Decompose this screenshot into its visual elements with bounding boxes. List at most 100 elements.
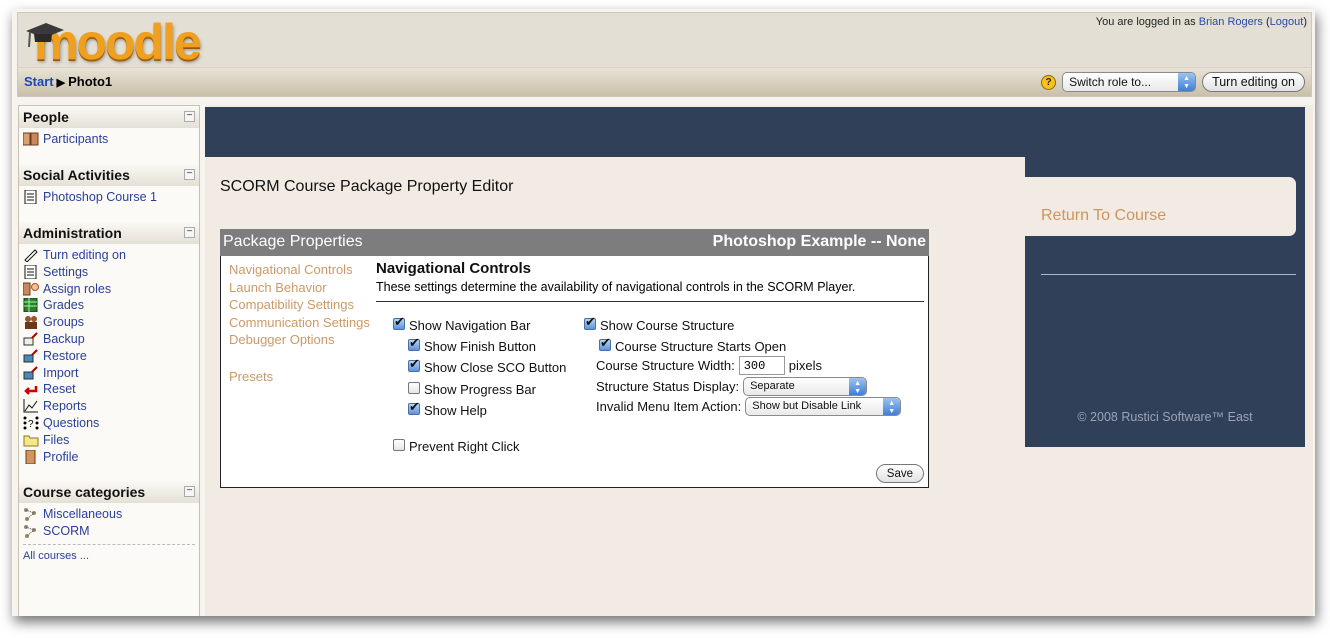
- profile-icon: [23, 449, 39, 465]
- sidebar-item-reports[interactable]: Reports: [23, 398, 195, 415]
- block-header: Administration −: [19, 221, 199, 244]
- nav-navigational-controls[interactable]: Navigational Controls: [229, 261, 370, 279]
- sidebar-item-import[interactable]: Import: [23, 364, 195, 381]
- invalid-menu-item-action-select[interactable]: Show but Disable Link ▲ ▼: [745, 397, 902, 416]
- nav-compatibility-settings[interactable]: Compatibility Settings: [229, 296, 370, 314]
- show-finish-button-option[interactable]: Show Finish Button: [408, 335, 536, 354]
- course-structure-starts-open-checkbox[interactable]: [599, 335, 611, 351]
- show-progress-bar-option[interactable]: Show Progress Bar: [408, 381, 536, 397]
- option-label: Course Structure Starts Open: [615, 339, 787, 354]
- sidebar-link[interactable]: Settings: [43, 265, 88, 279]
- block-title: Course categories: [23, 483, 146, 500]
- return-to-course-link[interactable]: Return To Course: [1041, 207, 1166, 225]
- package-body: Navigational Controls Launch Behavior Co…: [220, 256, 929, 488]
- show-close-sco-button-option[interactable]: Show Close SCO Button: [408, 356, 567, 375]
- sidebar-item-restore[interactable]: Restore: [23, 347, 195, 364]
- sidebar-item-settings[interactable]: Settings: [23, 263, 195, 280]
- save-button[interactable]: Save: [875, 464, 924, 483]
- sidebar-link[interactable]: Files: [43, 433, 69, 447]
- block-title: People: [23, 109, 69, 125]
- nav-launch-behavior[interactable]: Launch Behavior: [229, 279, 370, 297]
- help-icon[interactable]: ?: [1041, 74, 1057, 90]
- browser-window: moodle You are logged in as Brian Rogers…: [12, 9, 1315, 616]
- sidebar-item-miscellaneous[interactable]: Miscellaneous: [23, 506, 195, 523]
- block-header: Social Activities −: [19, 163, 199, 186]
- collapse-icon[interactable]: −: [184, 226, 195, 238]
- sidebar-link[interactable]: Groups: [43, 315, 84, 329]
- prevent-right-click-option[interactable]: Prevent Right Click: [393, 438, 520, 454]
- select-arrows-icon: ▲ ▼: [1178, 73, 1196, 91]
- moodle-logo[interactable]: moodle: [24, 14, 224, 70]
- show-course-structure-option[interactable]: Show Course Structure: [584, 314, 734, 333]
- nav-presets[interactable]: Presets: [229, 368, 370, 386]
- switch-role-select[interactable]: Switch role to... ▲ ▼: [1062, 72, 1197, 92]
- package-properties-panel: Package Properties Photoshop Example -- …: [220, 229, 929, 488]
- settings-pane: Navigational Controls These settings det…: [376, 260, 924, 302]
- logout-link[interactable]: Logout: [1270, 16, 1304, 28]
- return-to-course-tab[interactable]: Return To Course: [1025, 177, 1296, 236]
- show-help-option[interactable]: Show Help: [408, 399, 487, 418]
- grades-icon: [23, 297, 39, 313]
- sidebar-item-reset[interactable]: Reset: [23, 381, 195, 398]
- sidebar-item-scorm[interactable]: SCORM: [23, 523, 195, 540]
- sidebar-item-assign-roles[interactable]: Assign roles: [22, 280, 195, 297]
- option-label: Prevent Right Click: [409, 439, 520, 454]
- invalid-menu-item-action-row: Invalid Menu Item Action: Show but Disab…: [596, 397, 902, 416]
- sidebar-link[interactable]: Grades: [43, 298, 84, 312]
- show-navigation-bar-option[interactable]: Show Navigation Bar: [393, 314, 530, 333]
- site-header: moodle You are logged in as Brian Rogers…: [17, 12, 1312, 70]
- collapse-icon[interactable]: −: [184, 111, 195, 122]
- folder-icon: [23, 433, 39, 447]
- show-close-sco-button-checkbox[interactable]: [408, 356, 420, 372]
- roles-icon: [22, 282, 39, 296]
- course-structure-width-input[interactable]: [738, 356, 785, 375]
- show-progress-bar-checkbox[interactable]: [408, 381, 420, 394]
- breadcrumb-start[interactable]: Start: [24, 74, 54, 89]
- sidebar-link[interactable]: Reports: [43, 399, 87, 413]
- sidebar-item-grades[interactable]: Grades: [23, 297, 195, 314]
- prevent-right-click-checkbox[interactable]: [393, 438, 405, 451]
- sidebar-item-participants[interactable]: Participants: [22, 131, 195, 148]
- sidebar-item-photoshop-course[interactable]: Photoshop Course 1: [23, 189, 195, 206]
- sidebar-link[interactable]: Backup: [43, 332, 85, 346]
- show-finish-button-checkbox[interactable]: [408, 335, 420, 351]
- package-nav: Navigational Controls Launch Behavior Co…: [229, 261, 370, 385]
- sidebar-item-questions[interactable]: ? Questions: [23, 415, 195, 432]
- sidebar-item-turn-editing-on[interactable]: Turn editing on: [23, 247, 195, 264]
- nav-debugger-options[interactable]: Debugger Options: [229, 331, 370, 349]
- sidebar-item-groups[interactable]: Groups: [23, 314, 195, 331]
- nav-communication-settings[interactable]: Communication Settings: [229, 314, 370, 332]
- turn-editing-on-button[interactable]: Turn editing on: [1202, 72, 1305, 92]
- reports-icon: [23, 399, 39, 413]
- sidebar-link[interactable]: Reset: [43, 382, 76, 396]
- collapse-icon[interactable]: −: [184, 168, 195, 180]
- sidebar-link[interactable]: Assign roles: [43, 282, 111, 296]
- import-icon: [23, 365, 39, 380]
- user-name-link[interactable]: Brian Rogers: [1199, 16, 1263, 28]
- sidebar-item-profile[interactable]: Profile: [23, 448, 195, 465]
- sidebar-item-backup[interactable]: Backup: [23, 331, 195, 348]
- sidebar-link[interactable]: Import: [43, 366, 78, 380]
- sidebar-link[interactable]: Restore: [43, 349, 87, 363]
- option-label: Show Close SCO Button: [424, 360, 567, 375]
- field-unit: pixels: [788, 358, 822, 373]
- collapse-icon[interactable]: −: [184, 485, 195, 497]
- select-arrows-icon: ▲ ▼: [883, 398, 901, 415]
- all-courses-link[interactable]: All courses ...: [23, 550, 89, 562]
- sidebar-link[interactable]: Questions: [43, 416, 99, 430]
- sidebar-link[interactable]: Photoshop Course 1: [43, 190, 157, 204]
- option-label: Show Help: [424, 403, 487, 418]
- main-content: Return To Course © 2008 Rustici Software…: [205, 105, 1313, 616]
- sidebar-link[interactable]: Turn editing on: [43, 248, 126, 262]
- show-help-checkbox[interactable]: [408, 399, 420, 415]
- sidebar-link[interactable]: Miscellaneous: [43, 507, 122, 521]
- show-navigation-bar-checkbox[interactable]: [393, 314, 405, 330]
- field-label: Course Structure Width:: [596, 358, 735, 373]
- sidebar-link[interactable]: Participants: [43, 132, 108, 146]
- show-course-structure-checkbox[interactable]: [584, 314, 596, 330]
- sidebar-item-files[interactable]: Files: [23, 431, 195, 448]
- course-structure-starts-open-option[interactable]: Course Structure Starts Open: [599, 335, 787, 354]
- sidebar-link[interactable]: Profile: [43, 450, 78, 464]
- structure-status-display-select[interactable]: Separate ▲ ▼: [743, 377, 868, 396]
- sidebar-link[interactable]: SCORM: [43, 524, 90, 538]
